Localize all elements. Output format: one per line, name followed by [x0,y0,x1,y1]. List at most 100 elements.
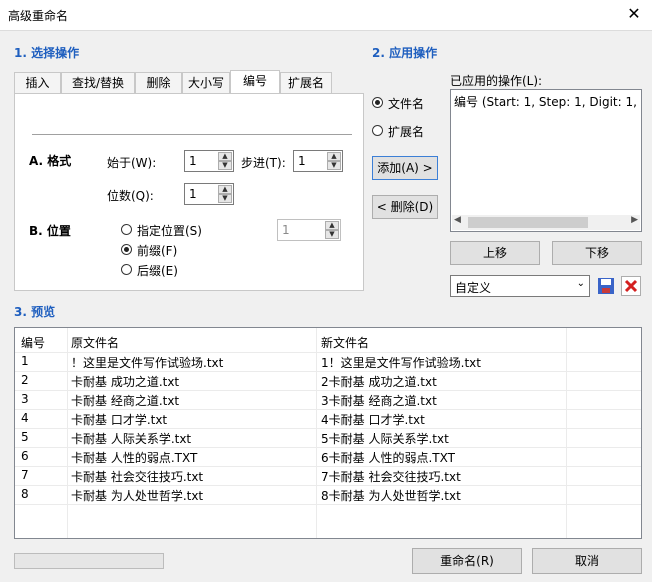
row-new-name: 1！这里是文件写作试验场.txt [321,356,481,370]
chevron-down-icon: ⌄ [576,278,585,289]
table-row[interactable]: 8 卡耐基 为人处世哲学.txt 8卡耐基 为人处世哲学.txt [15,485,641,505]
step-stepper[interactable]: 1 ▲ ▼ [293,150,343,172]
tab-insert[interactable]: 插入 [14,72,61,94]
radio-suffix[interactable] [121,264,132,275]
horizontal-scrollbar[interactable]: ◀ ▶ [452,215,640,230]
row-new-name: 8卡耐基 为人处世哲学.txt [321,489,461,503]
row-original-name: 卡耐基 人际关系学.txt [71,432,192,446]
applied-operation-item[interactable]: 编号 (Start: 1, Step: 1, Digit: 1, First) [454,93,638,110]
section-apply-operation: 2. 应用操作 [372,46,438,60]
table-header: 编号 原文件名 新文件名 [15,330,641,353]
close-icon[interactable]: ✕ [624,4,644,24]
preset-select[interactable]: 自定义 ⌄ [450,275,590,297]
target-filename-label: 文件名 [388,97,425,111]
spin-up-icon[interactable]: ▲ [218,185,232,194]
table-row[interactable]: 2 卡耐基 成功之道.txt 2卡耐基 成功之道.txt [15,371,641,391]
rename-button[interactable]: 重命名(R) [412,548,522,574]
radio-target-extension[interactable] [372,125,383,136]
step-value: 1 [298,154,306,168]
row-new-name: 2卡耐基 成功之道.txt [321,375,437,389]
cancel-button[interactable]: 取消 [532,548,642,574]
row-number: 1 [21,354,29,368]
tab-case[interactable]: 大小写 [182,72,230,94]
row-original-name: ！这里是文件写作试验场.txt [71,356,224,370]
applied-operations-label: 已应用的操作(L): [450,74,543,88]
move-up-button[interactable]: 上移 [450,241,540,265]
row-original-name: 卡耐基 人性的弱点.TXT [71,451,198,465]
delete-x-icon[interactable] [621,276,641,296]
remove-button[interactable]: < 删除(D) [372,195,438,219]
radio-target-filename[interactable] [372,97,383,108]
spin-down-icon[interactable]: ▼ [218,194,232,203]
row-number: 8 [21,487,29,501]
spin-up-icon[interactable]: ▲ [325,221,339,230]
table-row[interactable]: 3 卡耐基 经商之道.txt 3卡耐基 经商之道.txt [15,390,641,410]
row-new-name: 7卡耐基 社会交往技巧.txt [321,470,461,484]
move-down-button[interactable]: 下移 [552,241,642,265]
row-number: 5 [21,430,29,444]
row-new-name: 6卡耐基 人性的弱点.TXT [321,451,455,465]
tab-find-replace[interactable]: 查找/替换 [61,72,135,94]
position-heading: B. 位置 [29,224,71,238]
table-row[interactable]: 5 卡耐基 人际关系学.txt 5卡耐基 人际关系学.txt [15,428,641,448]
scroll-right-icon[interactable]: ▶ [631,215,638,225]
preview-table[interactable]: 编号 原文件名 新文件名 1 ！这里是文件写作试验场.txt 1！这里是文件写作试验… [14,327,642,539]
suffix-label: 后缀(E) [137,264,178,278]
spin-down-icon[interactable]: ▼ [327,161,341,170]
tab-delete[interactable]: 删除 [135,72,182,94]
specified-position-stepper[interactable]: 1 ▲ ▼ [277,219,341,241]
section-preview: 3. 预览 [14,305,56,319]
spin-down-icon[interactable]: ▼ [325,230,339,239]
start-value: 1 [189,154,197,168]
row-original-name: 卡耐基 为人处世哲学.txt [71,489,204,503]
spin-down-icon[interactable]: ▼ [218,161,232,170]
row-original-name: 卡耐基 成功之道.txt [71,375,180,389]
spin-up-icon[interactable]: ▲ [218,152,232,161]
row-number: 3 [21,392,29,406]
row-original-name: 卡耐基 口才学.txt [71,413,168,427]
digits-stepper[interactable]: 1 ▲ ▼ [184,183,234,205]
preset-value: 自定义 [455,281,492,295]
column-header-new[interactable]: 新文件名 [321,334,369,351]
row-number: 2 [21,373,29,387]
numbering-panel: A. 格式 始于(W): 1 ▲ ▼ 步进(T): 1 ▲ ▼ 位数(Q): 1 ▲… [14,93,364,291]
digits-value: 1 [189,187,197,201]
row-number: 7 [21,468,29,482]
target-extension-label: 扩展名 [388,125,425,139]
column-header-number[interactable]: 编号 [21,334,45,351]
row-number: 4 [21,411,29,425]
title-bar: 高级重命名 ✕ [0,0,652,31]
row-new-name: 5卡耐基 人际关系学.txt [321,432,449,446]
row-new-name: 3卡耐基 经商之道.txt [321,394,437,408]
scroll-left-icon[interactable]: ◀ [454,215,461,225]
specified-position-label: 指定位置(S) [137,224,202,238]
digits-label: 位数(Q): [107,189,154,203]
spin-up-icon[interactable]: ▲ [327,152,341,161]
progress-bar [14,553,164,569]
tab-extension[interactable]: 扩展名 [280,72,332,94]
prefix-label: 前缀(F) [137,244,178,258]
row-new-name: 4卡耐基 口才学.txt [321,413,425,427]
row-original-name: 卡耐基 经商之道.txt [71,394,180,408]
table-row[interactable]: 6 卡耐基 人性的弱点.TXT 6卡耐基 人性的弱点.TXT [15,447,641,467]
step-label: 步进(T): [241,156,286,170]
add-button[interactable]: 添加(A) > [372,156,438,180]
save-icon[interactable] [596,276,616,296]
table-row[interactable]: 4 卡耐基 口才学.txt 4卡耐基 口才学.txt [15,409,641,429]
tab-numbering[interactable]: 编号 [230,70,280,93]
format-heading: A. 格式 [29,154,72,168]
table-row[interactable]: 7 卡耐基 社会交往技巧.txt 7卡耐基 社会交往技巧.txt [15,466,641,486]
radio-specified-position[interactable] [121,224,132,235]
section-select-operation: 1. 选择操作 [14,46,80,60]
start-label: 始于(W): [107,156,157,170]
radio-prefix[interactable] [121,244,132,255]
row-number: 6 [21,449,29,463]
window-title: 高级重命名 [8,9,69,23]
column-header-original[interactable]: 原文件名 [71,334,119,351]
row-original-name: 卡耐基 社会交往技巧.txt [71,470,204,484]
start-stepper[interactable]: 1 ▲ ▼ [184,150,234,172]
table-row[interactable]: 1 ！这里是文件写作试验场.txt 1！这里是文件写作试验场.txt [15,352,641,372]
specified-position-value: 1 [282,223,290,237]
applied-operations-list[interactable]: 编号 (Start: 1, Step: 1, Digit: 1, First) … [450,89,642,232]
scrollbar-thumb[interactable] [468,217,588,228]
